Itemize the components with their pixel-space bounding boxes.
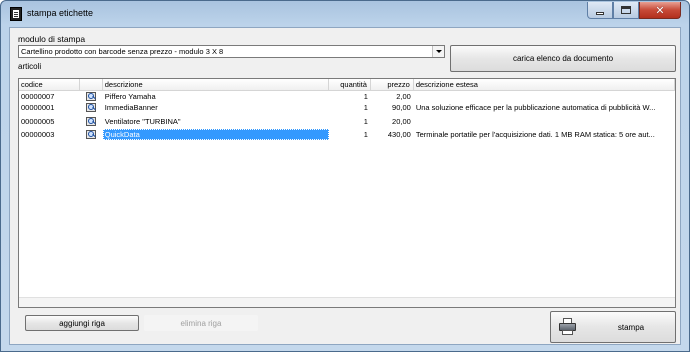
caption-buttons: ✕	[587, 2, 681, 20]
close-icon: ✕	[655, 3, 665, 17]
print-labels-window: stampa etichette ✕ modulo di stampa Cart…	[0, 0, 690, 352]
maximize-icon	[621, 6, 631, 14]
table-row[interactable]: 00000001 ImmediaBanner 1 90,00 Una soluz…	[19, 102, 675, 113]
cell-lookup[interactable]	[80, 129, 103, 140]
maximize-button[interactable]	[613, 2, 639, 19]
cell-price[interactable]: 90,00	[371, 102, 414, 113]
close-button[interactable]: ✕	[639, 2, 681, 19]
table-row[interactable]: 00000005 Ventilatore "TURBINA" 1 20,00	[19, 116, 675, 127]
cell-quantity[interactable]: 1	[329, 129, 371, 140]
cell-code: 00000005	[21, 117, 55, 126]
dialog-body: modulo di stampa Cartellino prodotto con…	[9, 27, 681, 345]
print-button-label: stampa	[617, 322, 645, 332]
table-header: codice descrizione quantità prezzo descr…	[19, 79, 675, 91]
cell-extended-description[interactable]: Una soluzione efficace per la pubblicazi…	[414, 102, 675, 113]
cell-lookup[interactable]	[80, 102, 103, 113]
column-header-extended-description[interactable]: descrizione estesa	[414, 79, 675, 91]
cell-extended-description[interactable]	[414, 91, 675, 102]
column-header-code[interactable]: codice	[19, 79, 80, 91]
lookup-icon[interactable]	[85, 117, 96, 126]
window-title: stampa etichette	[27, 8, 94, 18]
module-select-value: Cartellino prodotto con barcode senza pr…	[21, 47, 224, 56]
cell-code: 00000001	[21, 103, 55, 112]
delete-row-button[interactable]: elimina riga	[144, 315, 258, 331]
cell-extended-description[interactable]	[414, 116, 675, 127]
column-header-icon[interactable]	[80, 79, 103, 91]
lookup-icon[interactable]	[85, 103, 96, 112]
cell-lookup[interactable]	[80, 91, 103, 102]
articles-table[interactable]: codice descrizione quantità prezzo descr…	[18, 78, 676, 308]
table-row-selected[interactable]: 00000003 QuickData 1 430,00 Terminale po…	[19, 129, 675, 140]
module-label: modulo di stampa	[18, 34, 86, 44]
module-select[interactable]: Cartellino prodotto con barcode senza pr…	[18, 45, 445, 58]
print-button[interactable]: stampa	[550, 311, 676, 343]
lookup-icon[interactable]	[85, 92, 96, 101]
cell-quantity[interactable]: 1	[329, 102, 371, 113]
cell-quantity[interactable]: 1	[329, 91, 371, 102]
articles-label: articoli	[18, 62, 42, 71]
load-from-document-button[interactable]: carica elenco da documento	[450, 45, 676, 72]
minimize-button[interactable]	[587, 2, 613, 19]
cell-description[interactable]: ImmediaBanner	[103, 102, 329, 113]
lookup-icon[interactable]	[85, 130, 96, 139]
add-row-button[interactable]: aggiungi riga	[25, 315, 139, 331]
cell-code: 00000007	[21, 92, 55, 101]
cell-description[interactable]: Ventilatore "TURBINA"	[103, 116, 329, 127]
cell-code: 00000003	[21, 130, 55, 139]
dropdown-arrow-button[interactable]	[432, 46, 444, 57]
cell-price[interactable]: 2,00	[371, 91, 414, 102]
cell-price[interactable]: 20,00	[371, 116, 414, 127]
horizontal-scrollbar[interactable]	[19, 297, 675, 307]
document-window-icon	[10, 7, 22, 21]
cell-quantity[interactable]: 1	[329, 116, 371, 127]
title-bar[interactable]: stampa etichette ✕	[1, 1, 689, 27]
table-row[interactable]: 00000007 Piffero Yamaha 1 2,00	[19, 91, 675, 102]
chevron-down-icon	[435, 50, 442, 53]
cell-extended-description[interactable]: Terminale portatile per l'acquisizione d…	[414, 129, 675, 140]
column-header-description[interactable]: descrizione	[103, 79, 330, 91]
cell-price[interactable]: 430,00	[371, 129, 414, 140]
column-header-price[interactable]: prezzo	[371, 79, 414, 91]
minimize-icon	[596, 11, 604, 15]
cell-description[interactable]: Piffero Yamaha	[103, 91, 329, 102]
cell-lookup[interactable]	[80, 116, 103, 127]
column-header-quantity[interactable]: quantità	[329, 79, 371, 91]
cell-description-selected[interactable]: QuickData	[102, 129, 330, 140]
